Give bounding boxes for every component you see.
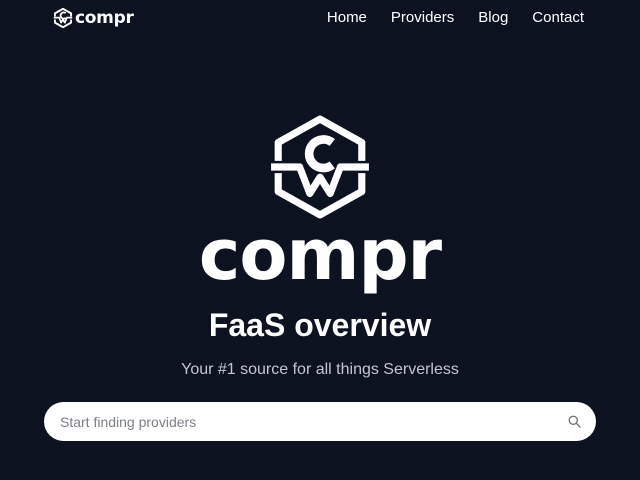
nav-links: Home Providers Blog Contact	[327, 9, 584, 27]
compr-logo-icon	[53, 8, 73, 28]
nav-providers-link[interactable]: Providers	[391, 9, 454, 27]
search-bar	[44, 402, 596, 441]
hero-subtitle: Your #1 source for all things Serverless	[181, 361, 459, 378]
nav-contact-link[interactable]: Contact	[532, 9, 584, 27]
nav-home-link[interactable]: Home	[327, 9, 367, 27]
nav-blog-link[interactable]: Blog	[478, 9, 508, 27]
search-input[interactable]	[44, 402, 552, 441]
search-icon	[568, 415, 581, 428]
search-button[interactable]	[552, 402, 596, 441]
brand-name: compr	[75, 8, 134, 28]
hero-wordmark: compr	[198, 214, 442, 296]
top-nav: compr Home Providers Blog Contact	[0, 0, 640, 38]
page: compr Home Providers Blog Contact compr …	[0, 0, 640, 480]
hero-title: FaaS overview	[208, 307, 432, 343]
hero-logo-icon	[269, 115, 371, 219]
brand-home-link[interactable]: compr	[53, 8, 134, 28]
